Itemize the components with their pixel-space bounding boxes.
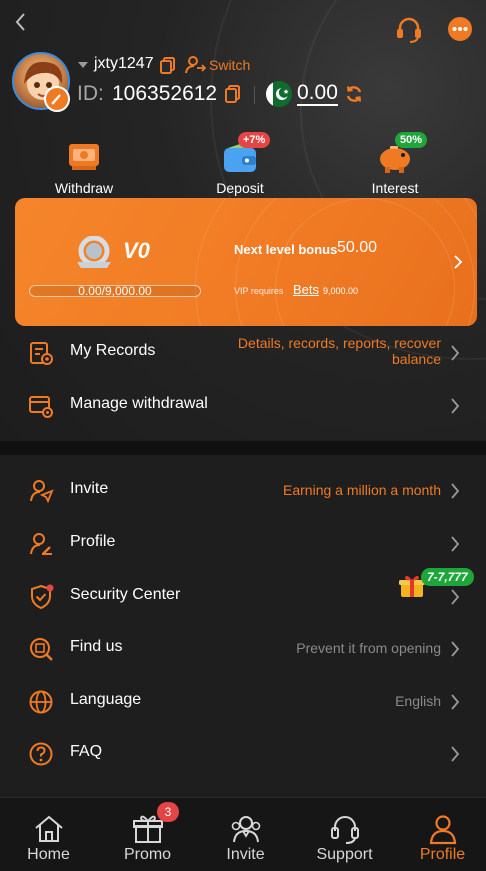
section-divider <box>0 441 486 455</box>
menu-row-invite[interactable]: Invite Earning a million a month <box>0 464 486 516</box>
nav-profile[interactable]: Profile <box>394 798 486 871</box>
withdraw-label: Withdraw <box>54 180 114 196</box>
nav-profile-label: Profile <box>419 846 466 863</box>
withdraw-icon <box>64 140 104 176</box>
invite-icon <box>30 480 54 504</box>
switch-account-icon[interactable] <box>184 55 206 75</box>
deposit-label: Deposit <box>216 180 264 196</box>
menu-row-language[interactable]: Language English <box>0 675 486 727</box>
deposit-button[interactable]: +7% Deposit <box>180 132 300 196</box>
records-icon <box>30 342 53 365</box>
user-id-label: ID: <box>77 82 104 105</box>
chat-bubble-icon[interactable] <box>445 14 475 44</box>
headset-icon <box>328 812 362 846</box>
nav-invite[interactable]: Invite <box>197 798 294 871</box>
menu-row-manage-withdrawal[interactable]: Manage withdrawal <box>0 379 486 431</box>
copy-id-icon[interactable] <box>224 84 242 104</box>
chevron-right-icon <box>451 398 460 414</box>
deposit-bonus-badge: +7% <box>238 132 271 148</box>
question-circle-icon <box>29 742 53 766</box>
security-center-label: Security Center <box>70 586 181 603</box>
nav-promo-label: Promo <box>123 846 172 863</box>
vip-card[interactable]: V0 0.00/9,000.00 Next level bonus 50.00 … <box>15 198 477 326</box>
language-label: Language <box>70 691 142 708</box>
username: jxty1247 <box>94 55 154 72</box>
my-records-hint: Details, records, reports, recover balan… <box>237 335 441 367</box>
promo-count-badge: 3 <box>157 802 179 822</box>
chevron-right-icon <box>451 641 460 657</box>
invite-label: Invite <box>70 480 109 497</box>
find-us-hint: Prevent it from opening <box>296 640 441 656</box>
home-icon <box>32 812 66 846</box>
profile-edit-icon <box>30 533 52 555</box>
chevron-right-icon <box>451 589 460 605</box>
nav-support-label: Support <box>316 846 373 863</box>
profile-screen: jxty1247 Switch ID: 106352612 0.00 Withd… <box>0 0 486 871</box>
vip-requires-label: VIP requires <box>234 286 284 296</box>
edit-avatar-icon[interactable] <box>44 86 70 112</box>
switch-account-button[interactable]: Switch <box>209 57 250 73</box>
vip-level: V0 <box>123 238 150 263</box>
interest-rate-badge: 50% <box>395 132 428 148</box>
invite-hint: Earning a million a month <box>283 482 441 498</box>
withdraw-button[interactable]: Withdraw <box>24 140 144 196</box>
account-dropdown-caret-icon[interactable] <box>78 62 88 68</box>
nav-home[interactable]: Home <box>0 798 97 871</box>
chevron-right-icon <box>451 483 460 499</box>
menu-row-faq[interactable]: FAQ <box>0 727 486 779</box>
chevron-right-icon <box>451 345 460 361</box>
nav-support[interactable]: Support <box>296 798 393 871</box>
find-us-label: Find us <box>70 638 123 655</box>
menu-row-my-records[interactable]: My Records Details, records, reports, re… <box>0 326 486 378</box>
chevron-right-icon <box>451 746 460 762</box>
my-records-label: My Records <box>70 342 156 359</box>
menu-row-profile[interactable]: Profile <box>0 517 486 569</box>
wallet-icon: +7% <box>220 132 271 176</box>
interest-label: Interest <box>371 180 419 196</box>
nav-home-label: Home <box>27 846 70 863</box>
search-building-icon <box>30 638 53 661</box>
bottom-navigation: Home Promo Invite Support Profile <box>0 797 486 871</box>
invite-people-icon <box>229 812 263 846</box>
next-level-bonus-value: 50.00 <box>337 239 378 256</box>
refresh-balance-icon[interactable] <box>344 84 364 104</box>
copy-username-icon[interactable] <box>159 56 177 74</box>
menu-row-find-us[interactable]: Find us Prevent it from opening <box>0 622 486 674</box>
nav-promo[interactable]: Promo <box>99 798 196 871</box>
customer-service-icon[interactable] <box>394 14 424 44</box>
next-level-bonus-label: Next level bonus <box>234 242 338 257</box>
manage-withdrawal-label: Manage withdrawal <box>70 395 208 412</box>
vip-requires-value: 9,000.00 <box>323 286 359 296</box>
interest-button[interactable]: 50% Interest <box>335 132 455 196</box>
user-id-value: 106352612 <box>112 82 218 105</box>
piggy-bank-icon: 50% <box>375 132 428 176</box>
chevron-right-icon <box>451 694 460 710</box>
back-arrow-icon[interactable] <box>10 10 34 34</box>
language-hint: English <box>395 693 441 709</box>
chevron-right-icon <box>454 255 463 269</box>
globe-icon <box>29 690 53 714</box>
divider <box>254 86 255 104</box>
balance-amount: 0.00 <box>297 81 338 106</box>
vip-progress-text: 0.00/9,000.00 <box>78 284 152 298</box>
withdrawal-settings-icon <box>29 396 53 418</box>
vip-requires-bets-link[interactable]: Bets <box>293 282 319 297</box>
vip-medal-icon <box>77 236 111 268</box>
profile-label: Profile <box>70 533 116 550</box>
pakistan-flag-icon <box>266 81 292 107</box>
shield-icon <box>31 584 54 610</box>
gift-reward-badge[interactable]: 7-7,777 <box>421 568 474 586</box>
user-icon <box>426 812 460 846</box>
faq-label: FAQ <box>70 743 103 760</box>
nav-invite-label: Invite <box>226 846 265 863</box>
chevron-right-icon <box>451 536 460 552</box>
